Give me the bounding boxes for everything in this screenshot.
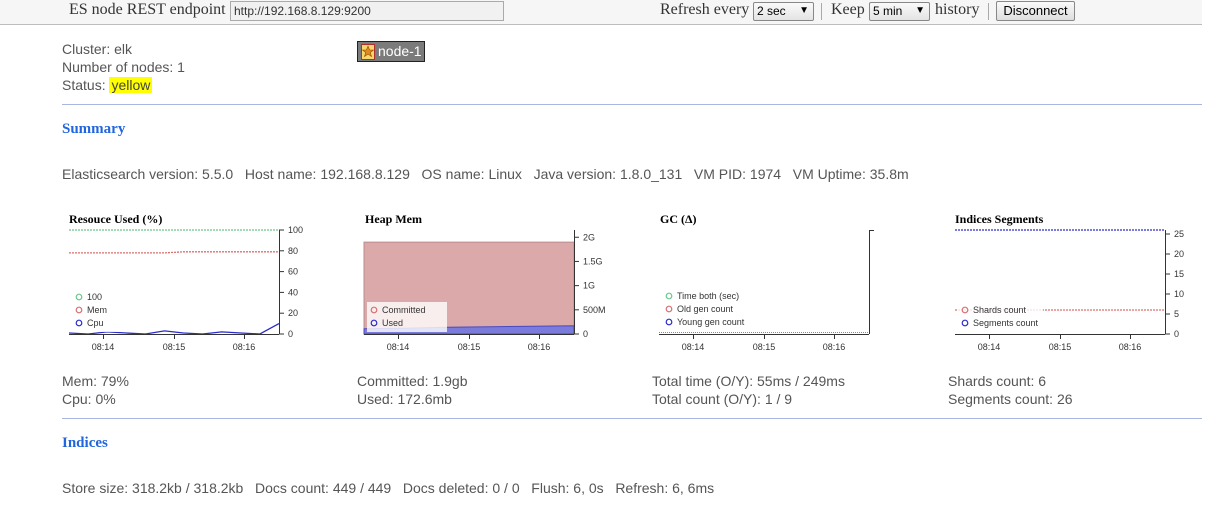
y-tick-label: 1G bbox=[583, 281, 595, 291]
divider bbox=[821, 3, 822, 20]
divider bbox=[62, 418, 1202, 419]
refresh-label: Refresh every bbox=[660, 1, 750, 18]
refresh-interval-value: 2 sec bbox=[757, 4, 786, 18]
keep-history-select[interactable]: 5 min ▼ bbox=[869, 2, 930, 21]
used-stat: Used: 172.6mb bbox=[357, 391, 452, 407]
legend-label: Used bbox=[382, 318, 403, 328]
y-tick-label: 2G bbox=[583, 232, 595, 242]
cpu-stat: Cpu: 0% bbox=[62, 391, 116, 407]
mem-stat: Mem: 79% bbox=[62, 373, 129, 389]
history-label: history bbox=[935, 1, 980, 18]
indices-title: Indices bbox=[62, 435, 108, 451]
x-tick-label: 08:15 bbox=[1049, 342, 1072, 352]
node-count: Number of nodes: 1 bbox=[62, 59, 185, 75]
chevron-down-icon: ▼ bbox=[799, 5, 809, 16]
y-tick-label: 0 bbox=[583, 329, 588, 339]
legend-label: Segments count bbox=[973, 318, 1039, 328]
indices-info: Store size: 318.2kb / 318.2kb Docs count… bbox=[62, 480, 715, 496]
y-tick-label: 20 bbox=[1174, 249, 1184, 259]
legend-label: 100 bbox=[87, 292, 102, 302]
legend-label: Old gen count bbox=[677, 304, 734, 314]
y-tick-label: 60 bbox=[288, 267, 298, 277]
resource-used-chart: 100 80 60 40 20 0 08:14 08:15 08:16 100 Mem Cpu bbox=[68, 225, 303, 352]
y-tick-label: 0 bbox=[288, 329, 293, 339]
master-node-icon bbox=[361, 44, 375, 60]
gc-total-time: Total time (O/Y): 55ms / 249ms bbox=[652, 373, 845, 389]
status-label: Status: bbox=[62, 77, 106, 93]
disconnect-button[interactable]: Disconnect bbox=[996, 1, 1075, 21]
legend-label: Committed bbox=[382, 305, 426, 315]
indices-segments-chart: 25 20 15 10 5 0 08:14 08:15 08:16 Shards count Seg… bbox=[955, 229, 1184, 352]
refresh-interval-select[interactable]: 2 sec ▼ bbox=[753, 2, 814, 21]
legend-label: Young gen count bbox=[677, 317, 745, 327]
keep-label: Keep bbox=[831, 1, 865, 18]
node-button[interactable]: node-1 bbox=[357, 41, 425, 62]
y-tick-label: 15 bbox=[1174, 269, 1184, 279]
divider bbox=[988, 3, 989, 20]
endpoint-label: ES node REST endpoint bbox=[69, 1, 226, 18]
x-tick-label: 08:16 bbox=[233, 342, 256, 352]
cluster-status: Status: yellow bbox=[62, 77, 153, 93]
x-tick-label: 08:14 bbox=[978, 342, 1001, 352]
y-tick-label: 5 bbox=[1174, 309, 1179, 319]
summary-info: Elasticsearch version: 5.5.0 Host name: … bbox=[62, 166, 909, 182]
heap-mem-chart: 2G 1.5G 1G 500M 0 08:14 08:15 08:16 Committed Use… bbox=[363, 230, 606, 352]
committed-stat: Committed: 1.9gb bbox=[357, 373, 468, 389]
gc-chart: 08:14 08:15 08:16 Time both (sec) Old gen co… bbox=[659, 230, 874, 352]
divider bbox=[62, 104, 1202, 105]
keep-history-value: 5 min bbox=[873, 4, 903, 18]
x-tick-label: 08:15 bbox=[753, 342, 776, 352]
cluster-name: Cluster: elk bbox=[62, 41, 133, 57]
segments-count: Segments count: 26 bbox=[948, 391, 1073, 407]
y-tick-label: 20 bbox=[288, 308, 298, 318]
shards-count: Shards count: 6 bbox=[948, 373, 1047, 389]
x-tick-label: 08:14 bbox=[387, 342, 410, 352]
summary-title: Summary bbox=[62, 121, 126, 137]
x-tick-label: 08:16 bbox=[528, 342, 551, 352]
legend-label: Mem bbox=[87, 305, 107, 315]
node-name: node-1 bbox=[378, 43, 422, 59]
x-tick-label: 08:14 bbox=[92, 342, 115, 352]
y-tick-label: 40 bbox=[288, 287, 298, 297]
status-badge: yellow bbox=[109, 77, 153, 93]
legend-label: Shards count bbox=[973, 305, 1027, 315]
chevron-down-icon: ▼ bbox=[915, 5, 925, 16]
toolbar: ES node REST endpoint http://192.168.8.1… bbox=[0, 0, 1202, 25]
y-tick-label: 10 bbox=[1174, 289, 1184, 299]
x-tick-label: 08:15 bbox=[163, 342, 186, 352]
endpoint-input[interactable]: http://192.168.8.129:9200 bbox=[230, 1, 504, 21]
y-tick-label: 1.5G bbox=[583, 256, 603, 266]
series-line-mem bbox=[69, 251, 279, 254]
legend-label: Time both (sec) bbox=[677, 291, 739, 301]
y-tick-label: 0 bbox=[1174, 329, 1179, 339]
x-tick-label: 08:14 bbox=[682, 342, 705, 352]
gc-total-count: Total count (O/Y): 1 / 9 bbox=[652, 391, 793, 407]
y-tick-label: 100 bbox=[288, 225, 303, 235]
x-tick-label: 08:16 bbox=[1119, 342, 1142, 352]
x-tick-label: 08:16 bbox=[823, 342, 846, 352]
x-tick-label: 08:15 bbox=[458, 342, 481, 352]
legend-label: Cpu bbox=[87, 318, 104, 328]
y-tick-label: 500M bbox=[583, 305, 606, 315]
y-tick-label: 25 bbox=[1174, 229, 1184, 239]
y-tick-label: 80 bbox=[288, 246, 298, 256]
